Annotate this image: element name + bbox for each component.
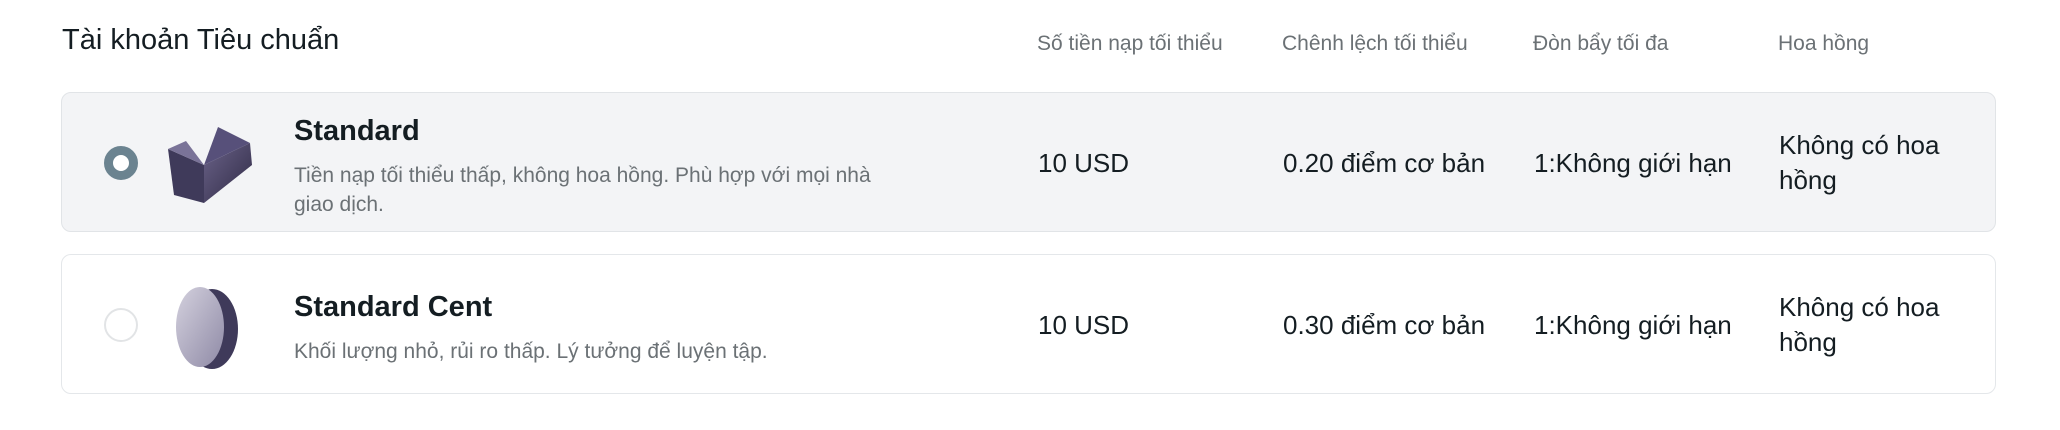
column-header-max-leverage: Đòn bẩy tối đa [1533,32,1669,55]
section-title: Tài khoản Tiêu chuẩn [62,24,340,56]
account-name: Standard [294,115,420,147]
min-deposit-value: 10 USD [1038,310,1130,340]
radio-standard-cent[interactable] [104,308,138,342]
account-description: Khối lượng nhỏ, rủi ro thấp. Lý tưởng để… [294,340,768,363]
max-leverage-value: 1:Không giới hạn [1534,148,1732,178]
column-header-min-deposit: Số tiền nạp tối thiểu [1037,32,1223,55]
coin-disc-icon [176,287,238,369]
account-description: Tiền nạp tối thiểu thấp, không hoa hồng.… [294,164,871,216]
column-header-commission: Hoa hồng [1778,32,1870,55]
account-option-standard[interactable]: Standard Tiền nạp tối thiểu thấp, không … [61,92,1996,232]
table-header: Tài khoản Tiêu chuẩn Số tiền nạp tối thi… [0,0,2060,90]
min-spread-value: 0.20 điểm cơ bản [1283,148,1486,178]
account-type-table: Tài khoản Tiêu chuẩn Số tiền nạp tối thi… [0,0,2060,430]
account-option-standard-cent[interactable]: Standard Cent Khối lượng nhỏ, rủi ro thấ… [61,254,1996,394]
radio-standard-checked[interactable] [104,146,138,180]
commission-value: Không có hoa hồng [1779,292,1940,357]
account-name: Standard Cent [294,291,493,323]
min-deposit-value: 10 USD [1038,148,1130,178]
max-leverage-value: 1:Không giới hạn [1534,310,1732,340]
column-header-min-spread: Chênh lệch tối thiểu [1282,32,1468,55]
commission-value: Không có hoa hồng [1779,130,1940,195]
min-spread-value: 0.30 điểm cơ bản [1283,310,1486,340]
folded-block-icon [168,127,252,203]
